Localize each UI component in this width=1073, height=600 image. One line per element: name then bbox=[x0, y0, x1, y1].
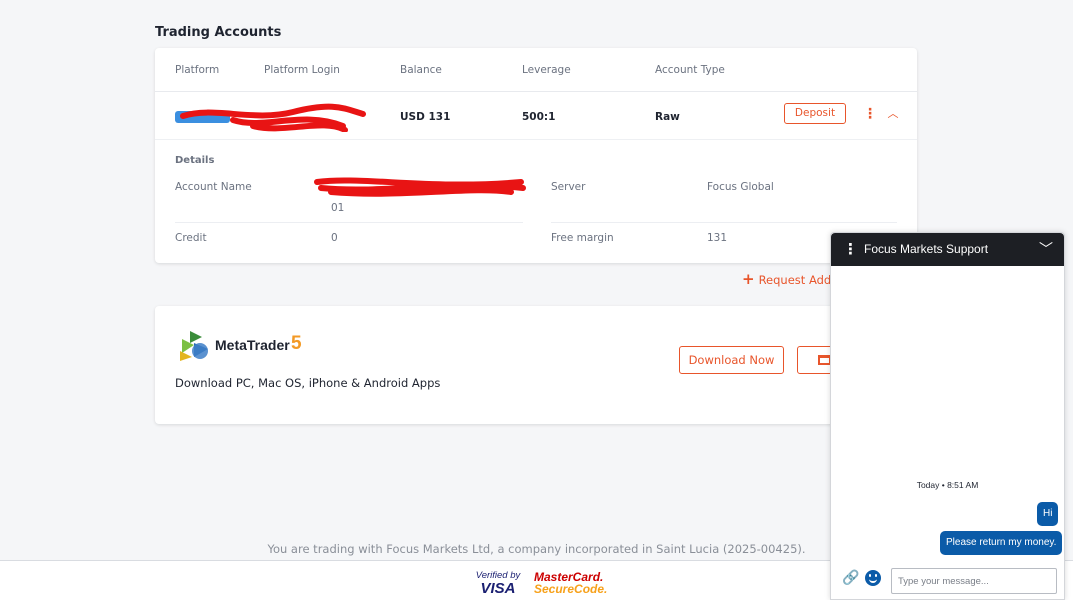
chat-timestamp: Today • 8:51 AM bbox=[916, 480, 979, 490]
header-balance: Balance bbox=[400, 64, 442, 76]
header-account-type: Account Type bbox=[655, 64, 725, 76]
server-label: Server bbox=[551, 181, 586, 193]
header-platform: Platform bbox=[175, 64, 220, 76]
table-row[interactable]: USD 131 500:1 Raw Deposit ⋮ ︿ bbox=[155, 92, 917, 140]
credit-value: 0 bbox=[331, 232, 338, 244]
chevron-up-icon[interactable]: ︿ bbox=[886, 105, 900, 123]
mastercard-securecode-logo: MasterCard. SecureCode. bbox=[534, 571, 608, 596]
chat-message-input[interactable] bbox=[891, 568, 1057, 594]
metatrader-card: MetaTrader 5 Download PC, Mac OS, iPhone… bbox=[155, 306, 857, 424]
download-now-button[interactable]: Download Now bbox=[679, 346, 784, 374]
redacted-login-scribble bbox=[175, 103, 366, 132]
mc-line2: SecureCode. bbox=[534, 582, 608, 596]
account-type-value: Raw bbox=[655, 111, 680, 123]
metatrader-description: Download PC, Mac OS, iPhone & Android Ap… bbox=[175, 376, 441, 390]
free-margin-value: 131 bbox=[707, 232, 728, 244]
support-chat-widget[interactable]: ⋮ Focus Markets Support ﹀ Today • 8:51 A… bbox=[830, 232, 1065, 600]
plus-icon: + bbox=[742, 270, 755, 288]
verified-by-visa-logo: Verified by VISA bbox=[472, 571, 524, 596]
account-name-value: 01 bbox=[331, 202, 345, 214]
table-header: Platform Platform Login Balance Leverage… bbox=[155, 48, 917, 92]
server-value: Focus Global bbox=[707, 181, 774, 193]
more-options-icon[interactable]: ⋮ bbox=[863, 105, 877, 123]
metatrader-logo-icon bbox=[180, 331, 208, 361]
credit-label: Credit bbox=[175, 232, 207, 244]
header-platform-login: Platform Login bbox=[264, 64, 340, 76]
chat-message: Hi bbox=[1037, 502, 1059, 526]
chevron-down-icon[interactable]: ﹀ bbox=[1039, 239, 1053, 259]
emoji-icon[interactable] bbox=[865, 570, 881, 586]
metatrader-name: MetaTrader bbox=[215, 337, 290, 353]
chat-header: ⋮ Focus Markets Support ﹀ bbox=[831, 233, 1064, 266]
chat-menu-icon[interactable]: ⋮ bbox=[843, 240, 858, 258]
request-additional-account-link[interactable]: + Request Additi bbox=[742, 270, 842, 288]
section-title: Trading Accounts bbox=[155, 25, 282, 40]
header-leverage: Leverage bbox=[522, 64, 571, 76]
balance-value: USD 131 bbox=[400, 111, 451, 123]
metatrader-version: 5 bbox=[291, 333, 302, 354]
redacted-account-name-scribble bbox=[314, 177, 526, 197]
visa-line2: VISA bbox=[480, 579, 516, 597]
details-title: Details bbox=[175, 155, 215, 166]
trading-accounts-card: Platform Platform Login Balance Leverage… bbox=[155, 48, 917, 263]
attachment-icon[interactable]: 🔗 bbox=[842, 570, 859, 586]
divider bbox=[551, 222, 897, 223]
chat-title: Focus Markets Support bbox=[864, 242, 989, 256]
divider bbox=[175, 222, 523, 223]
browser-icon bbox=[817, 355, 831, 365]
deposit-button[interactable]: Deposit bbox=[784, 103, 846, 124]
chat-message: Please return my money. bbox=[940, 531, 1063, 555]
account-name-label: Account Name bbox=[175, 181, 252, 193]
free-margin-label: Free margin bbox=[551, 232, 614, 244]
leverage-value: 500:1 bbox=[522, 111, 556, 123]
